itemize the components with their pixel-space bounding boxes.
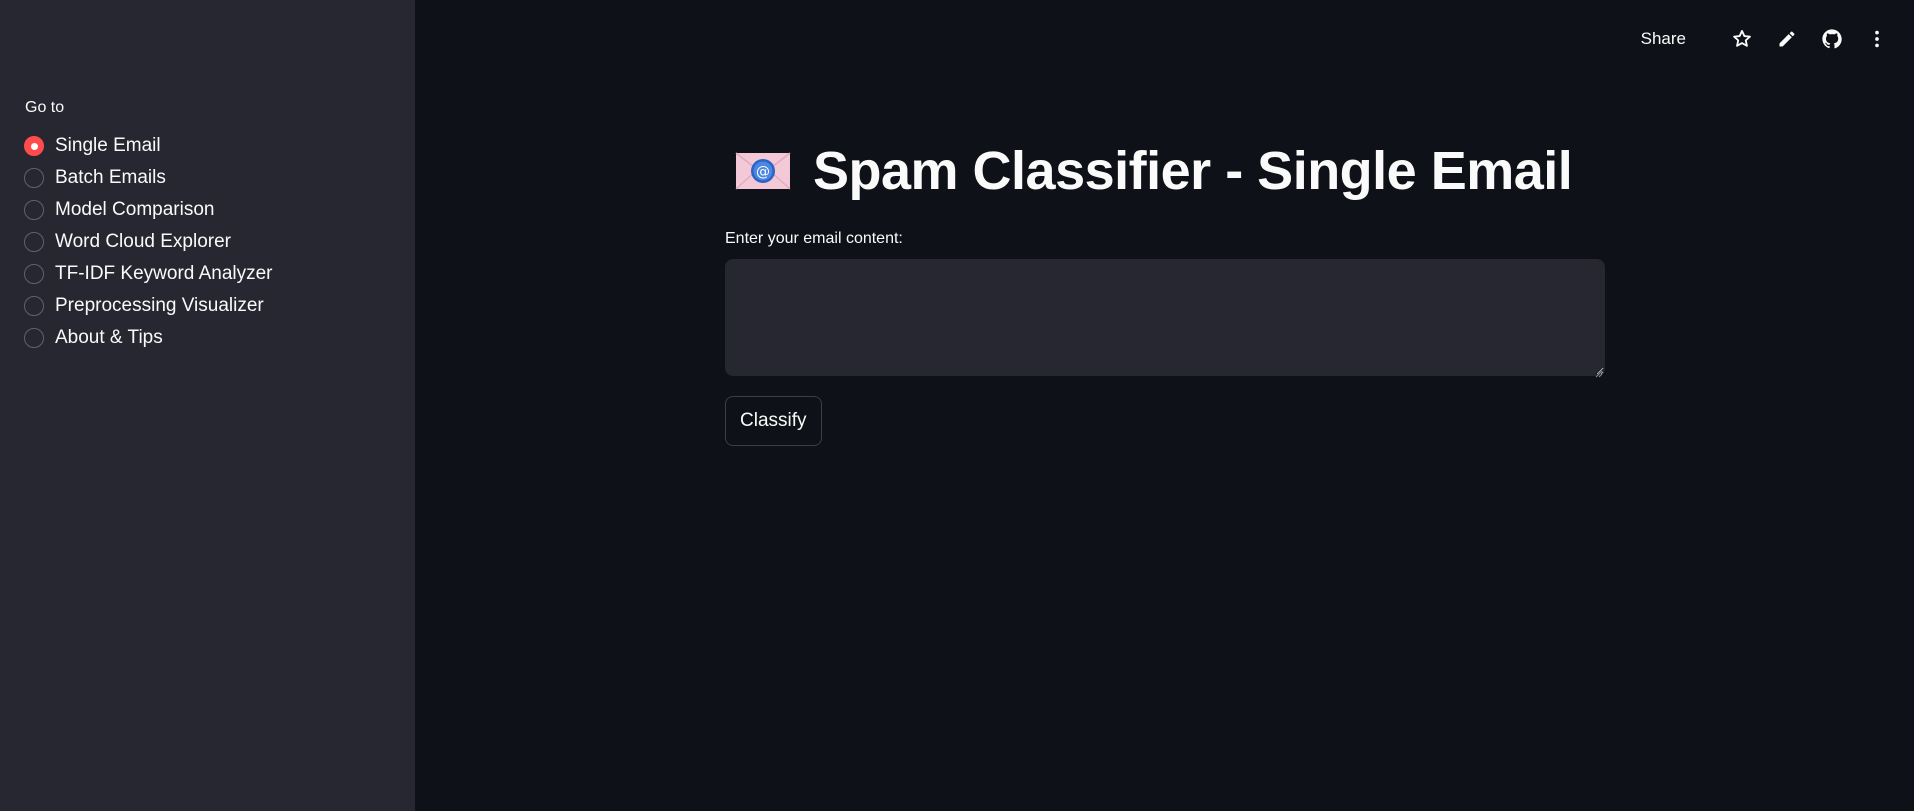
page-header: @ Spam Classifier - Single Email bbox=[735, 140, 1573, 202]
svg-text:@: @ bbox=[756, 164, 770, 180]
sidebar-item-word-cloud-explorer[interactable]: Word Cloud Explorer bbox=[24, 226, 273, 258]
sidebar-item-single-email[interactable]: Single Email bbox=[24, 130, 273, 162]
radio-button[interactable] bbox=[24, 168, 44, 188]
radio-button[interactable] bbox=[24, 264, 44, 284]
radio-button[interactable] bbox=[24, 328, 44, 348]
sidebar-item-label: Preprocessing Visualizer bbox=[55, 295, 264, 316]
sidebar-item-label: About & Tips bbox=[55, 327, 163, 348]
sidebar-item-batch-emails[interactable]: Batch Emails bbox=[24, 162, 273, 194]
sidebar-item-tfidf-keyword-analyzer[interactable]: TF-IDF Keyword Analyzer bbox=[24, 258, 273, 290]
email-content-label: Enter your email content: bbox=[725, 230, 903, 247]
page-title: Spam Classifier - Single Email bbox=[813, 141, 1573, 201]
sidebar: Go to Single Email Batch Emails Model Co… bbox=[0, 0, 415, 811]
sidebar-heading: Go to bbox=[25, 99, 65, 116]
radio-button-checked[interactable] bbox=[24, 136, 44, 156]
main-content: @ Spam Classifier - Single Email Enter y… bbox=[415, 0, 1914, 811]
radio-button[interactable] bbox=[24, 296, 44, 316]
email-envelope-icon: @ bbox=[735, 150, 791, 192]
app-root: Go to Single Email Batch Emails Model Co… bbox=[0, 0, 1914, 811]
radio-button[interactable] bbox=[24, 232, 44, 252]
sidebar-item-label: Model Comparison bbox=[55, 199, 215, 220]
classify-button[interactable]: Classify bbox=[725, 396, 822, 446]
nav-radio-group: Single Email Batch Emails Model Comparis… bbox=[24, 130, 273, 354]
sidebar-item-label: Single Email bbox=[55, 135, 161, 156]
email-content-textarea[interactable] bbox=[725, 259, 1605, 376]
sidebar-item-model-comparison[interactable]: Model Comparison bbox=[24, 194, 273, 226]
sidebar-item-label: Word Cloud Explorer bbox=[55, 231, 232, 252]
sidebar-item-preprocessing-visualizer[interactable]: Preprocessing Visualizer bbox=[24, 290, 273, 322]
sidebar-item-label: Batch Emails bbox=[55, 167, 166, 188]
sidebar-item-label: TF-IDF Keyword Analyzer bbox=[55, 263, 273, 284]
resize-handle-icon[interactable] bbox=[1595, 365, 1603, 378]
radio-button[interactable] bbox=[24, 200, 44, 220]
sidebar-item-about-tips[interactable]: About & Tips bbox=[24, 322, 273, 354]
